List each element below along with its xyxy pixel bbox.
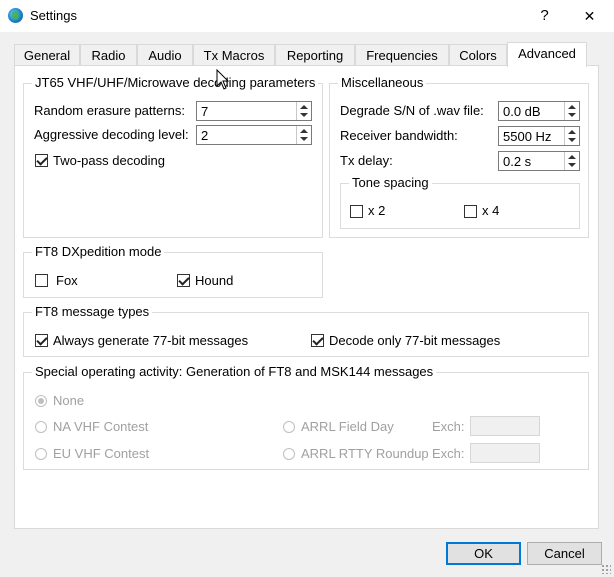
aggressive-spinbox[interactable]: 2 (196, 125, 312, 145)
spin-down-icon[interactable] (300, 113, 308, 117)
special-activity-group: Special operating activity: Generation o… (23, 364, 589, 470)
random-erasure-value: 7 (201, 104, 209, 119)
arrl-field-radio[interactable] (283, 421, 295, 433)
exch-field-rtty[interactable] (470, 443, 540, 463)
advanced-panel: JT65 VHF/UHF/Microwave decoding paramete… (14, 65, 599, 529)
two-pass-checkbox[interactable] (35, 154, 48, 167)
degrade-value: 0.0 dB (503, 104, 541, 119)
degrade-spinbox[interactable]: 0.0 dB (498, 101, 580, 121)
mouse-cursor-icon (216, 69, 230, 90)
x2-checkbox[interactable] (350, 205, 363, 218)
fox-checkbox[interactable] (35, 274, 48, 287)
tab-radio[interactable]: Radio (80, 44, 137, 66)
decode77-label: Decode only 77-bit messages (329, 333, 501, 348)
none-label: None (53, 393, 85, 408)
message-types-group: FT8 message types Always generate 77-bit… (23, 304, 589, 357)
exch-label: Exch: (432, 419, 465, 434)
jt65-group-title: JT65 VHF/UHF/Microwave decoding paramete… (32, 75, 319, 90)
degrade-label: Degrade S/N of .wav file: (340, 103, 484, 118)
tone-spacing-group: Tone spacing x 2 x 4 (340, 175, 580, 229)
decode77-checkbox[interactable] (311, 334, 324, 347)
random-erasure-label: Random erasure patterns: (34, 103, 186, 118)
spin-down-icon[interactable] (568, 138, 576, 142)
txdelay-spinbox[interactable]: 0.2 s (498, 151, 580, 171)
na-vhf-label: NA VHF Contest (53, 419, 149, 434)
spin-up-icon[interactable] (568, 105, 576, 109)
tab-audio[interactable]: Audio (137, 44, 193, 66)
spin-up-icon[interactable] (568, 155, 576, 159)
tab-general[interactable]: General (14, 44, 80, 66)
tab-colors[interactable]: Colors (449, 44, 507, 66)
exch-label: Exch: (432, 446, 465, 461)
title-bar: Settings ? ✕ (0, 0, 614, 32)
dxpedition-title: FT8 DXpedition mode (32, 244, 165, 259)
message-types-title: FT8 message types (32, 304, 153, 319)
exch-field-dayfield[interactable] (470, 416, 540, 436)
dxpedition-group: FT8 DXpedition mode Fox Hound (23, 244, 323, 298)
tab-advanced[interactable]: Advanced (507, 42, 587, 67)
spin-up-icon[interactable] (300, 105, 308, 109)
app-icon (8, 8, 23, 23)
x4-checkbox[interactable] (464, 205, 477, 218)
spin-up-icon[interactable] (568, 130, 576, 134)
txdelay-value: 0.2 s (503, 154, 532, 169)
eu-vhf-radio[interactable] (35, 448, 47, 460)
x2-label: x 2 (368, 203, 386, 218)
none-radio[interactable] (35, 395, 47, 407)
window-title: Settings (30, 8, 77, 23)
jt65-group: JT65 VHF/UHF/Microwave decoding paramete… (23, 75, 323, 238)
tab-reporting[interactable]: Reporting (275, 44, 355, 66)
tab-frequencies[interactable]: Frequencies (355, 44, 449, 66)
tone-spacing-title: Tone spacing (349, 175, 432, 190)
spin-down-icon[interactable] (300, 137, 308, 141)
cancel-button[interactable]: Cancel (527, 542, 602, 565)
spin-down-icon[interactable] (568, 113, 576, 117)
na-vhf-radio[interactable] (35, 421, 47, 433)
aggressive-value: 2 (201, 128, 209, 143)
txdelay-label: Tx delay: (340, 153, 393, 168)
tab-tx-macros[interactable]: Tx Macros (193, 44, 275, 66)
resize-grip-icon[interactable] (601, 564, 611, 574)
fox-label: Fox (56, 273, 78, 288)
bandwidth-label: Receiver bandwidth: (340, 128, 458, 143)
arrl-rtty-radio[interactable] (283, 448, 295, 460)
aggressive-label: Aggressive decoding level: (34, 127, 189, 142)
ok-button[interactable]: OK (446, 542, 521, 565)
arrl-rtty-label: ARRL RTTY Roundup (301, 446, 429, 461)
help-button[interactable]: ? (522, 0, 567, 32)
close-button[interactable]: ✕ (567, 0, 612, 32)
bandwidth-value: 5500 Hz (503, 129, 552, 144)
misc-group: Miscellaneous Degrade S/N of .wav file: … (329, 75, 589, 238)
eu-vhf-label: EU VHF Contest (53, 446, 150, 461)
spin-down-icon[interactable] (568, 163, 576, 167)
hound-checkbox[interactable] (177, 274, 190, 287)
always77-checkbox[interactable] (35, 334, 48, 347)
hound-label: Hound (195, 273, 234, 288)
misc-group-title: Miscellaneous (338, 75, 427, 90)
arrl-field-label: ARRL Field Day (301, 419, 394, 434)
spin-up-icon[interactable] (300, 129, 308, 133)
x4-label: x 4 (482, 203, 500, 218)
random-erasure-spinbox[interactable]: 7 (196, 101, 312, 121)
two-pass-label: Two-pass decoding (53, 153, 166, 168)
bandwidth-spinbox[interactable]: 5500 Hz (498, 126, 580, 146)
always77-label: Always generate 77-bit messages (53, 333, 249, 348)
special-activity-title: Special operating activity: Generation o… (32, 364, 437, 379)
